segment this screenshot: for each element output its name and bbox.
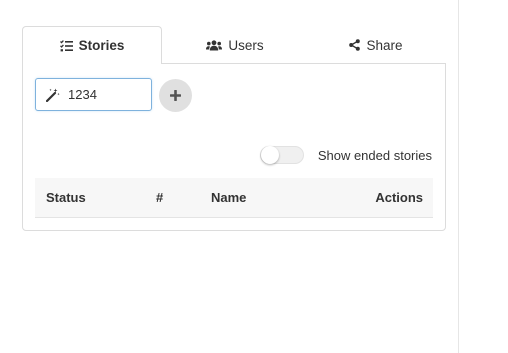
tab-share[interactable]: Share (306, 26, 446, 64)
tab-users[interactable]: Users (164, 26, 306, 64)
column-name: Name (211, 190, 247, 205)
magic-wand-icon (46, 88, 60, 102)
users-icon (206, 39, 223, 51)
tab-users-label: Users (228, 37, 264, 53)
sidebar-divider (458, 0, 459, 353)
story-number-input[interactable] (68, 87, 138, 102)
tab-share-label: Share (366, 37, 403, 53)
toggle-knob (260, 146, 279, 164)
plus-icon (170, 90, 181, 101)
stories-panel: Show ended stories Status # Name Actions (22, 63, 446, 231)
show-ended-label: Show ended stories (317, 147, 432, 163)
story-input-group[interactable] (35, 78, 152, 111)
show-ended-toggle[interactable] (259, 146, 304, 164)
column-number: # (156, 190, 164, 205)
column-status: Status (46, 190, 86, 205)
tab-stories-label: Stories (78, 38, 125, 53)
add-story-button[interactable] (159, 79, 192, 112)
list-check-icon (59, 39, 73, 52)
active-tab-joint (23, 63, 161, 64)
share-icon (349, 39, 361, 51)
stories-table-header: Status # Name Actions (35, 178, 433, 218)
tab-stories[interactable]: Stories (22, 26, 162, 64)
page: Stories Users Share 1234 Show ended stor… (0, 0, 508, 353)
column-actions: Actions (375, 190, 423, 205)
tab-bar: Stories Users Share (22, 26, 446, 64)
show-ended-toggle-row: Show ended stories (259, 146, 432, 164)
